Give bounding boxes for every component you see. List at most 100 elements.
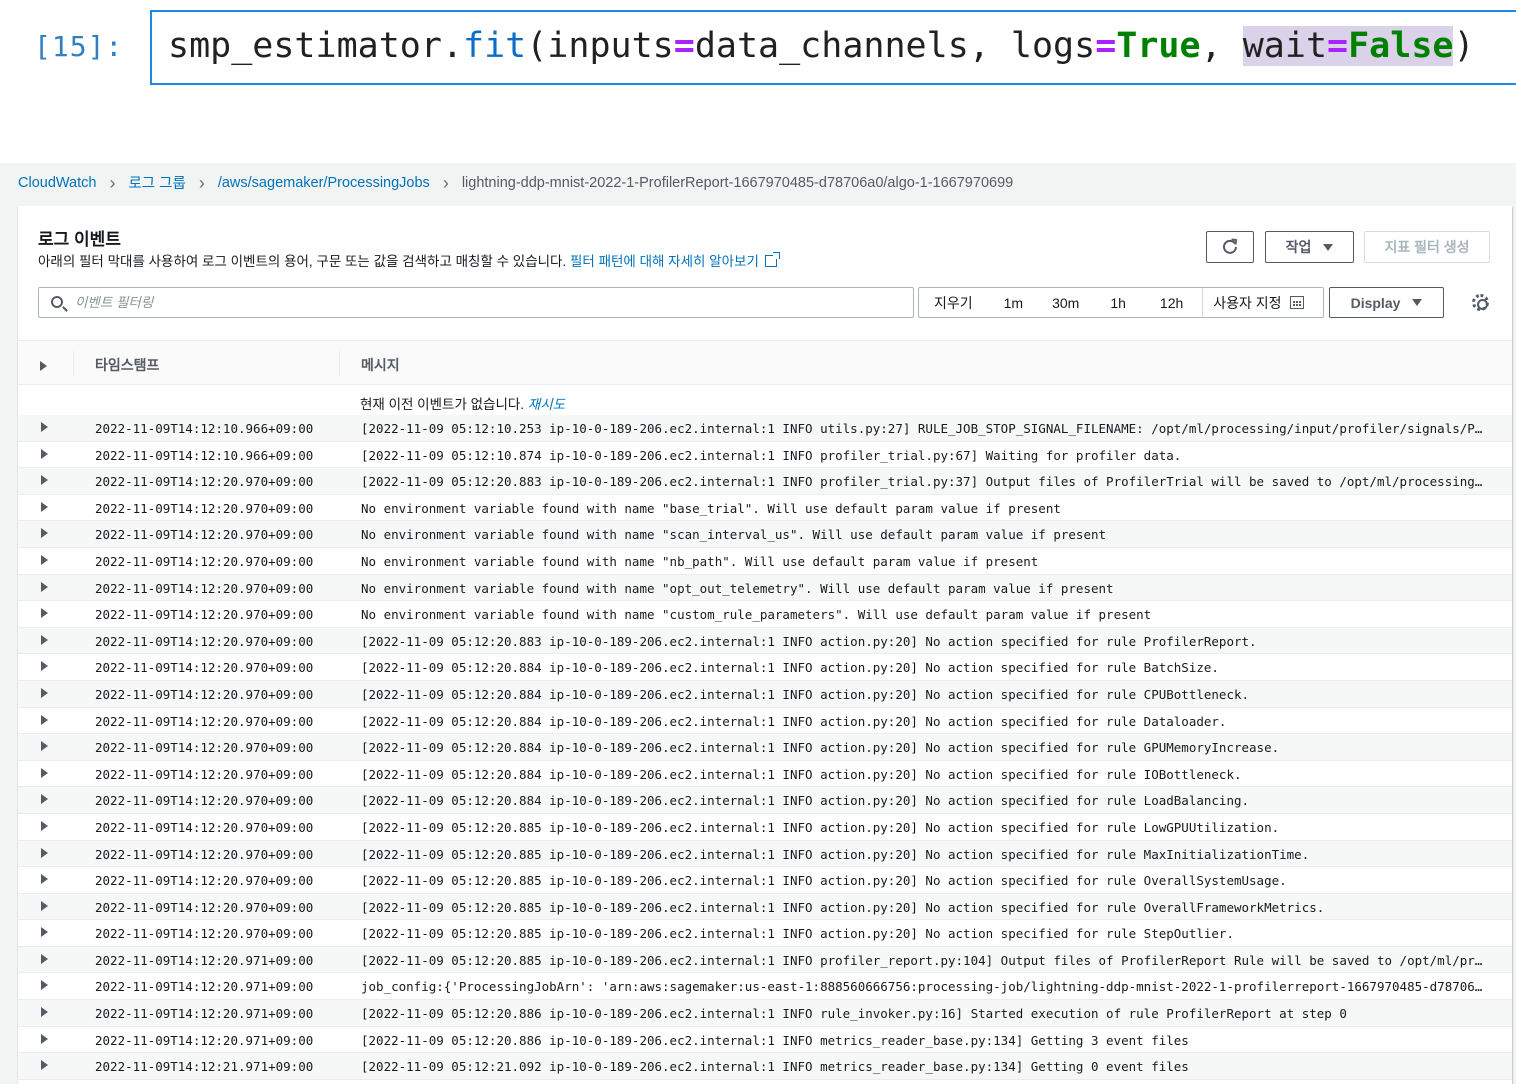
table-row[interactable]: 2022-11-09T14:12:20.970+09:00 [2022-11-09… (18, 680, 1512, 708)
code-obj: smp_estimator. (168, 26, 464, 66)
table-row[interactable]: 2022-11-09T14:12:20.970+09:00 [2022-11-09… (18, 893, 1512, 921)
learn-more-label: 필터 패턴에 대해 자세히 알아보기 (569, 254, 759, 269)
table-header: 타임스탬프 메시지 (18, 340, 1512, 385)
code-editor[interactable]: smp_estimator.fit(inputs=data_channels, … (150, 10, 1516, 85)
expand-all-toggle[interactable] (40, 358, 47, 374)
caret-right-icon[interactable] (41, 1060, 48, 1071)
search-input[interactable] (75, 288, 895, 317)
code-false: False (1348, 26, 1454, 66)
code-arg1: data_channels, logs (694, 26, 1096, 66)
table-row[interactable]: 2022-11-09T14:12:21.971+09:00 [2022-11-09… (18, 1053, 1512, 1080)
caret-right-icon[interactable] (41, 900, 48, 911)
table-row[interactable]: 2022-11-09T14:12:10.966+09:00 [2022-11-09… (18, 442, 1512, 469)
actions-button[interactable]: 작업 (1265, 231, 1354, 263)
chevron-right-icon: › (198, 172, 205, 193)
table-row[interactable]: 2022-11-09T14:12:20.970+09:00 [2022-11-09… (18, 654, 1512, 681)
range-custom[interactable]: 사용자 지정 (1202, 288, 1304, 317)
table-row[interactable]: 2022-11-09T14:12:20.970+09:00 [2022-11-09… (18, 840, 1512, 868)
panel-title: 로그 이벤트 (38, 230, 121, 249)
table-row[interactable]: 2022-11-09T14:12:20.970+09:00 [2022-11-09… (18, 734, 1512, 761)
table-row[interactable]: 2022-11-09T14:12:20.970+09:00 No environm… (18, 548, 1512, 575)
row-timestamp: 2022-11-09T14:12:10.966+09:00 (95, 421, 314, 436)
caret-right-icon[interactable] (41, 1033, 48, 1044)
caret-right-icon[interactable] (41, 741, 48, 752)
refresh-button[interactable] (1206, 231, 1254, 263)
table-row[interactable]: 2022-11-09T14:12:20.970+09:00 No environm… (18, 521, 1512, 548)
table-row[interactable]: 2022-11-09T14:12:20.970+09:00 No environm… (18, 495, 1512, 522)
row-timestamp: 2022-11-09T14:12:20.970+09:00 (95, 686, 314, 702)
row-message: [2022-11-09 05:12:20.885 ip-10-0-189-206… (361, 819, 1280, 835)
row-timestamp: 2022-11-09T14:12:20.970+09:00 (95, 873, 314, 889)
caret-right-icon[interactable] (41, 847, 48, 858)
table-row[interactable]: 2022-11-09T14:12:20.970+09:00 [2022-11-09… (18, 787, 1512, 814)
retry-link[interactable]: 재시도 (528, 397, 565, 412)
table-row[interactable]: 2022-11-09T14:12:20.970+09:00 [2022-11-09… (18, 920, 1512, 947)
table-row[interactable]: 2022-11-09T14:12:20.970+09:00 [2022-11-09… (18, 814, 1512, 841)
learn-more-link[interactable]: 필터 패턴에 대해 자세히 알아보기 (569, 252, 780, 269)
table-row[interactable]: 2022-11-09T14:12:20.970+09:00 No environm… (18, 574, 1512, 602)
external-link-icon (764, 252, 780, 267)
breadcrumb-cloudwatch[interactable]: CloudWatch (18, 175, 96, 191)
display-button[interactable]: Display (1329, 287, 1444, 318)
caret-right-icon[interactable] (41, 528, 48, 539)
table-row[interactable]: 2022-11-09T14:12:20.970+09:00 [2022-11-09… (18, 761, 1512, 788)
table-row[interactable]: 2022-11-09T14:12:20.970+09:00 [2022-11-09… (18, 867, 1512, 894)
range-custom-label: 사용자 지정 (1213, 294, 1282, 311)
range-12h[interactable]: 12h (1160, 295, 1183, 311)
caret-right-icon[interactable] (41, 448, 48, 459)
caret-right-icon[interactable] (41, 820, 48, 831)
caret-right-icon[interactable] (41, 953, 48, 964)
caret-right-icon[interactable] (41, 1007, 48, 1018)
table-row[interactable]: 2022-11-09T14:12:20.970+09:00 [2022-11-09… (18, 708, 1512, 735)
row-message: [2022-11-09 05:12:20.885 ip-10-0-189-206… (361, 926, 1234, 942)
column-divider (339, 351, 340, 376)
header-message[interactable]: 메시지 (361, 355, 400, 375)
code-true: True (1116, 26, 1201, 66)
table-row[interactable]: 2022-11-09T14:12:20.970+09:00 [2022-11-09… (18, 627, 1512, 655)
caret-right-icon[interactable] (41, 422, 48, 432)
caret-right-icon[interactable] (41, 767, 48, 778)
caret-right-icon[interactable] (41, 874, 48, 885)
caret-right-icon[interactable] (41, 581, 48, 592)
breadcrumb: CloudWatch › 로그 그룹 › /aws/sagemaker/Proc… (18, 172, 1013, 193)
caret-right-icon (40, 361, 47, 371)
header-timestamp[interactable]: 타임스탬프 (95, 355, 159, 375)
gear-icon[interactable] (1472, 294, 1489, 311)
code-eq: = (1095, 26, 1117, 66)
row-message: [2022-11-09 05:12:20.884 ip-10-0-189-206… (361, 766, 1242, 782)
range-clear[interactable]: 지우기 (934, 293, 973, 313)
row-message: [2022-11-09 05:12:20.886 ip-10-0-189-206… (361, 1032, 1189, 1048)
range-1m[interactable]: 1m (1004, 295, 1023, 311)
table-row[interactable]: 2022-11-09T14:12:20.971+09:00 job_config:… (18, 973, 1512, 1001)
caret-right-icon[interactable] (41, 980, 48, 991)
caret-right-icon[interactable] (41, 554, 48, 565)
caret-right-icon[interactable] (41, 687, 48, 698)
caret-right-icon[interactable] (41, 794, 48, 805)
create-metric-filter-button[interactable]: 지표 필터 생성 (1364, 231, 1490, 263)
table-row[interactable]: 2022-11-09T14:12:10.966+09:00 [2022-11-09… (18, 415, 1512, 442)
range-1h[interactable]: 1h (1110, 295, 1126, 311)
column-divider (73, 351, 74, 376)
table-row[interactable]: 2022-11-09T14:12:20.971+09:00 [2022-11-09… (18, 1027, 1512, 1054)
table-row[interactable]: 2022-11-09T14:12:20.971+09:00 [2022-11-09… (18, 946, 1512, 974)
row-message: [2022-11-09 05:12:20.884 ip-10-0-189-206… (361, 793, 1250, 809)
table-row[interactable]: 2022-11-09T14:12:20.970+09:00 No environm… (18, 601, 1512, 628)
breadcrumb-log-groups[interactable]: 로그 그룹 (128, 172, 185, 193)
caret-right-icon[interactable] (41, 661, 48, 672)
table-row[interactable]: 2022-11-09T14:12:20.971+09:00 [2022-11-09… (18, 1000, 1512, 1027)
table-row[interactable]: 2022-11-09T14:12:20.970+09:00 [2022-11-09… (18, 468, 1512, 495)
caret-right-icon[interactable] (41, 634, 48, 645)
caret-right-icon[interactable] (41, 714, 48, 725)
caret-right-icon[interactable] (41, 608, 48, 619)
caret-right-icon[interactable] (41, 501, 48, 512)
row-message: [2022-11-09 05:12:21.092 ip-10-0-189-206… (361, 1059, 1189, 1075)
caret-down-icon (1323, 243, 1334, 251)
breadcrumb-log-group[interactable]: /aws/sagemaker/ProcessingJobs (218, 175, 430, 191)
caret-right-icon[interactable] (41, 927, 48, 938)
calendar-icon (1289, 296, 1304, 309)
display-label: Display (1350, 294, 1401, 311)
row-message: [2022-11-09 05:12:20.883 ip-10-0-189-206… (361, 633, 1257, 649)
row-message: [2022-11-09 05:12:20.885 ip-10-0-189-206… (361, 899, 1325, 915)
range-30m[interactable]: 30m (1052, 295, 1079, 311)
caret-right-icon[interactable] (41, 475, 48, 486)
